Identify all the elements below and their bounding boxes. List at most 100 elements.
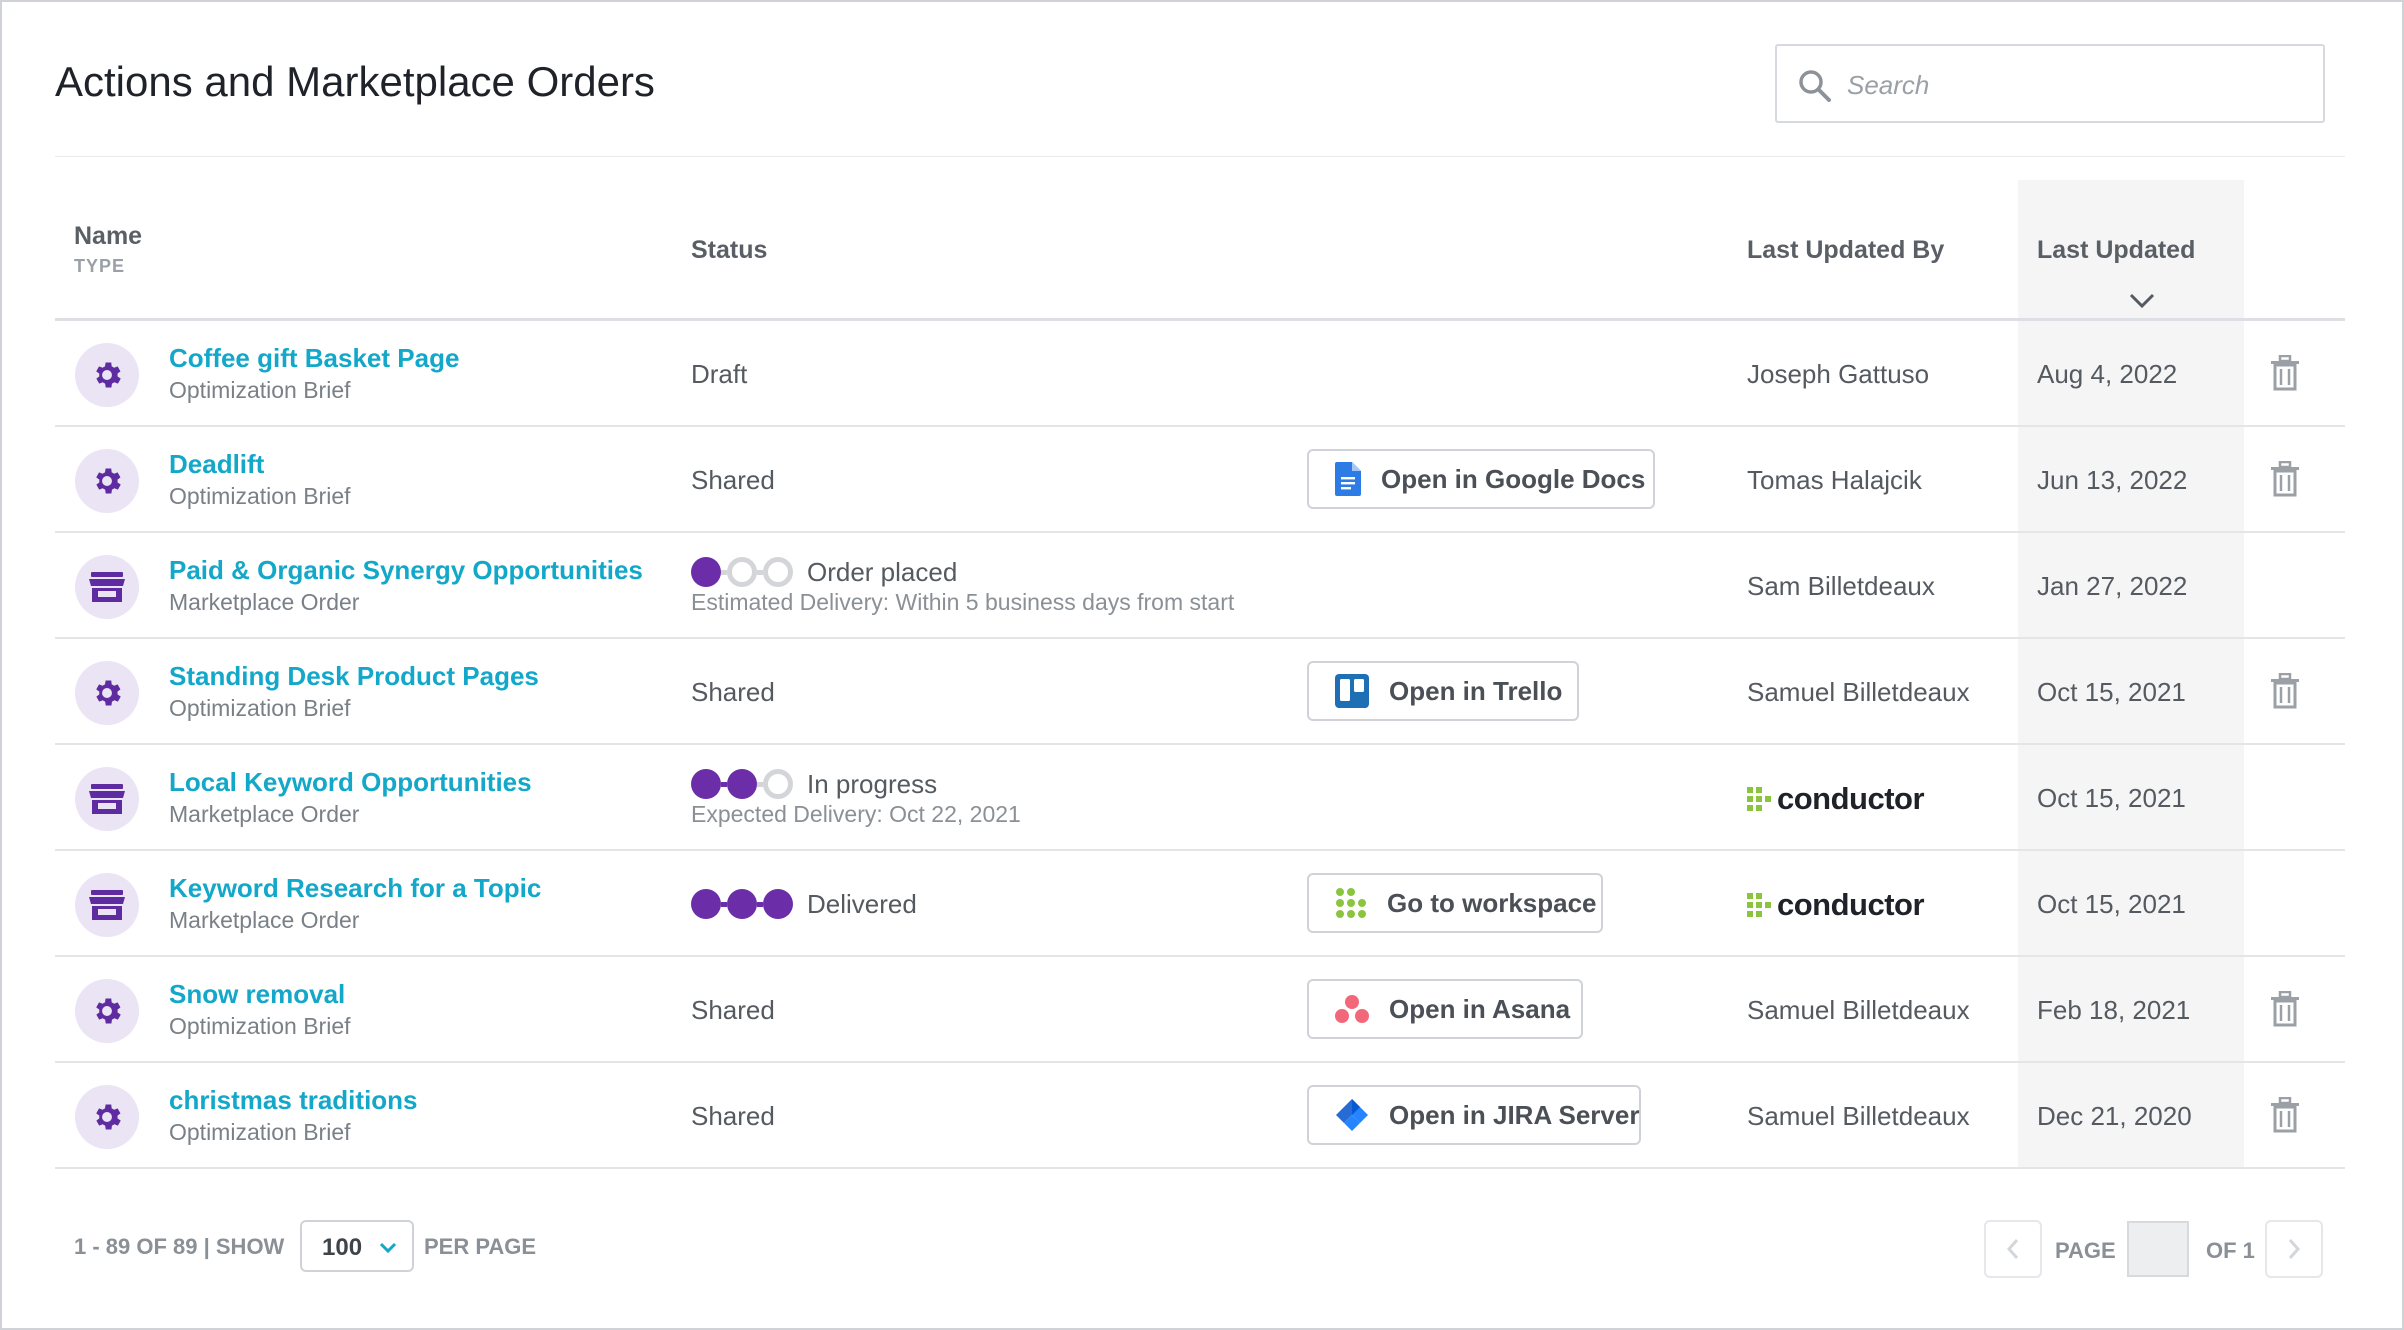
item-name-link[interactable]: Coffee gift Basket Page <box>169 343 459 374</box>
go-to-workspace-button[interactable]: Go to workspace <box>1307 873 1603 933</box>
status-text: Shared <box>691 1101 775 1131</box>
table-row: Paid & Organic Synergy Opportunities Mar… <box>55 533 2345 639</box>
store-icon <box>75 767 139 831</box>
last-updated-by: Samuel Billetdeaux <box>1747 995 1970 1025</box>
open-in-asana-button[interactable]: Open in Asana <box>1307 979 1583 1039</box>
table-row: Local Keyword Opportunities Marketplace … <box>55 745 2345 851</box>
chevron-left-icon <box>2006 1239 2019 1259</box>
jira-icon <box>1335 1098 1369 1132</box>
gear-icon <box>75 449 139 513</box>
result-range: 1 - 89 OF 89 | SHOW <box>74 1234 285 1259</box>
store-icon <box>75 873 139 937</box>
conductor-grid-icon <box>1335 886 1367 920</box>
conductor-grid-icon <box>1747 893 1771 917</box>
button-label: Open in Trello <box>1389 675 1563 706</box>
item-type: Marketplace Order <box>169 589 360 615</box>
status-text: In progress <box>807 769 938 799</box>
item-type: Optimization Brief <box>169 483 351 509</box>
item-type: Optimization Brief <box>169 377 351 403</box>
progress-step-complete <box>691 889 721 919</box>
conductor-logo: conductor <box>1747 781 1925 817</box>
item-type: Optimization Brief <box>169 1013 351 1039</box>
progress-step-pending <box>763 557 793 587</box>
item-name-link[interactable]: Keyword Research for a Topic <box>169 873 541 904</box>
status-text: Order placed <box>807 557 958 587</box>
item-type: Marketplace Order <box>169 801 360 827</box>
progress-step-complete <box>691 557 721 587</box>
previous-page-button[interactable] <box>1984 1220 2042 1278</box>
item-type: Marketplace Order <box>169 907 360 933</box>
per-page-value: 100 <box>322 1234 363 1261</box>
trash-icon[interactable] <box>2269 673 2301 709</box>
button-label: Open in Google Docs <box>1381 463 1646 494</box>
page-number-input[interactable] <box>2127 1221 2189 1277</box>
gear-icon <box>75 343 139 407</box>
search-input[interactable] <box>1847 64 2307 106</box>
button-label: Open in Asana <box>1389 993 1571 1024</box>
table-row: christmas traditions Optimization Brief … <box>55 1063 2345 1169</box>
column-header-status[interactable]: Status <box>691 236 767 265</box>
open-in-google-docs-button[interactable]: Open in Google Docs <box>1307 449 1655 509</box>
item-name-link[interactable]: Deadlift <box>169 449 264 480</box>
status-text: Shared <box>691 995 775 1025</box>
title-divider <box>55 156 2345 157</box>
progress-steps <box>691 557 793 587</box>
progress-step-complete <box>691 769 721 799</box>
trash-icon[interactable] <box>2269 461 2301 497</box>
page-label: PAGE <box>2055 1238 2116 1263</box>
item-name-link[interactable]: christmas traditions <box>169 1085 418 1116</box>
open-in-jira-server-button[interactable]: Open in JIRA Server <box>1307 1085 1641 1145</box>
last-updated-by: Samuel Billetdeaux <box>1747 677 1970 707</box>
trash-icon[interactable] <box>2269 1097 2301 1133</box>
item-name-link[interactable]: Standing Desk Product Pages <box>169 661 539 692</box>
last-updated-date: Jun 13, 2022 <box>2037 465 2188 495</box>
status-text: Draft <box>691 359 748 389</box>
search-box[interactable] <box>1775 44 2325 123</box>
last-updated-by: Joseph Gattuso <box>1747 359 1930 389</box>
table-row: Standing Desk Product Pages Optimization… <box>55 639 2345 745</box>
last-updated-by: Sam Billetdeaux <box>1747 571 1935 601</box>
status-text: Shared <box>691 465 775 495</box>
last-updated-date: Oct 15, 2021 <box>2037 783 2186 813</box>
gear-icon <box>75 1085 139 1149</box>
progress-step-pending <box>763 769 793 799</box>
progress-step-complete <box>763 889 793 919</box>
item-name-link[interactable]: Paid & Organic Synergy Opportunities <box>169 555 643 586</box>
button-label: Open in JIRA Server <box>1389 1099 1640 1130</box>
status-text: Shared <box>691 677 775 707</box>
progress-step-complete <box>727 889 757 919</box>
column-header-name[interactable]: Name <box>74 222 142 251</box>
last-updated-by: Samuel Billetdeaux <box>1747 1101 1970 1131</box>
item-name-link[interactable]: Snow removal <box>169 979 345 1010</box>
column-header-last-updated-by[interactable]: Last Updated By <box>1747 236 1944 265</box>
last-updated-date: Oct 15, 2021 <box>2037 889 2186 919</box>
button-label: Go to workspace <box>1387 887 1597 918</box>
last-updated-date: Dec 21, 2020 <box>2037 1101 2192 1131</box>
google-docs-icon <box>1335 462 1361 496</box>
page-total-label: OF 1 <box>2206 1238 2255 1263</box>
column-subheader-type: TYPE <box>74 256 126 276</box>
column-header-last-updated[interactable]: Last Updated <box>2037 236 2195 265</box>
last-updated-date: Aug 4, 2022 <box>2037 359 2178 389</box>
sort-descending-chevron-icon[interactable] <box>2128 292 2156 310</box>
trash-icon[interactable] <box>2269 991 2301 1027</box>
item-name-link[interactable]: Local Keyword Opportunities <box>169 767 532 798</box>
last-updated-date: Jan 27, 2022 <box>2037 571 2188 601</box>
conductor-logo: conductor <box>1747 887 1925 923</box>
conductor-grid-icon <box>1747 787 1771 811</box>
table-row: Deadlift Optimization Brief Shared Open … <box>55 427 2345 533</box>
last-updated-date: Oct 15, 2021 <box>2037 677 2186 707</box>
item-type: Optimization Brief <box>169 695 351 721</box>
page-title: Actions and Marketplace Orders <box>55 58 655 105</box>
trash-icon[interactable] <box>2269 355 2301 391</box>
table-row: Coffee gift Basket Page Optimization Bri… <box>55 321 2345 427</box>
open-in-trello-button[interactable]: Open in Trello <box>1307 661 1579 721</box>
table-row: Snow removal Optimization Brief Shared O… <box>55 957 2345 1063</box>
per-page-select[interactable]: 100 <box>300 1220 414 1272</box>
gear-icon <box>75 979 139 1043</box>
progress-step-complete <box>727 769 757 799</box>
asana-icon <box>1335 992 1369 1026</box>
status-detail: Estimated Delivery: Within 5 business da… <box>691 589 1235 615</box>
progress-steps <box>691 889 793 919</box>
next-page-button[interactable] <box>2265 1220 2323 1278</box>
